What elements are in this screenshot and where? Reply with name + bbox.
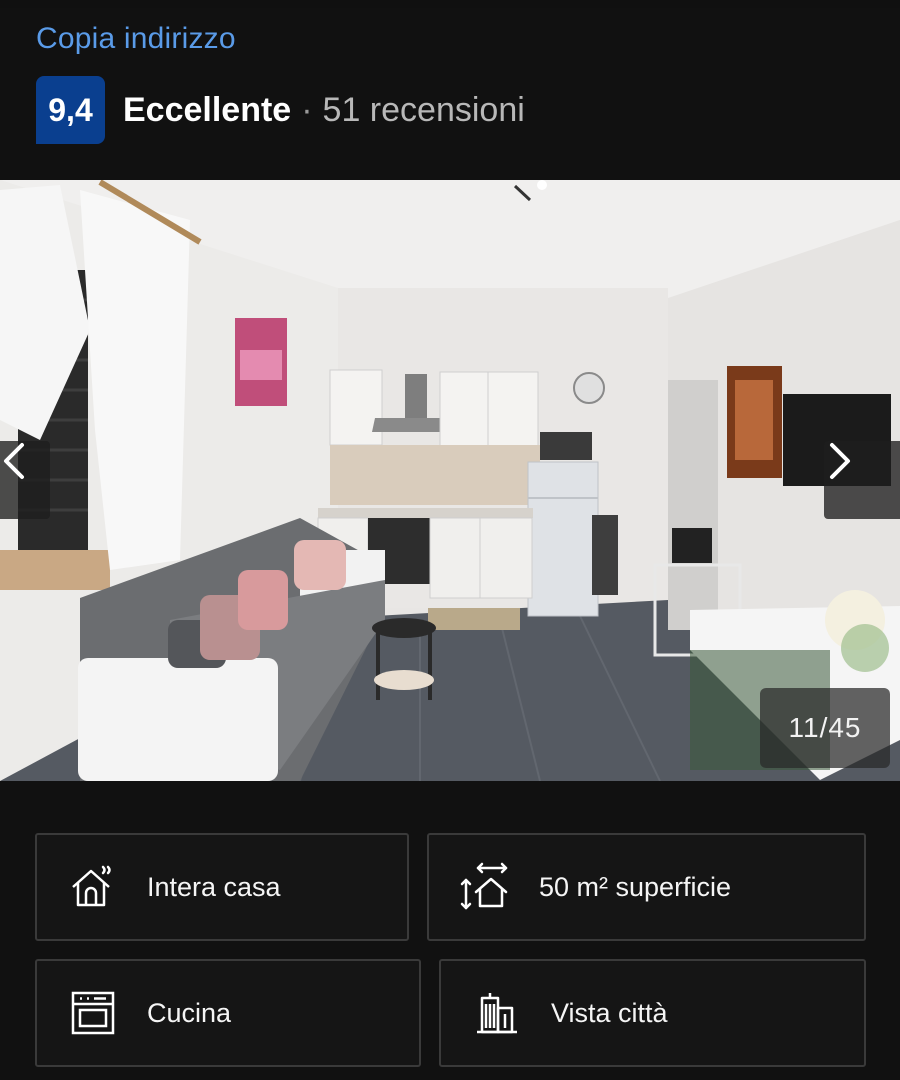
floor-area-icon: [459, 861, 511, 913]
score-badge: 9,4: [36, 76, 105, 144]
feature-city-view: Vista città: [439, 959, 866, 1067]
score-separator: ·: [301, 90, 313, 129]
feature-label: Intera casa: [147, 871, 281, 902]
chevron-left-icon: [4, 443, 24, 479]
photo-gallery[interactable]: 11/45: [0, 180, 900, 781]
gallery-prev-button[interactable]: [0, 441, 50, 519]
feature-label: 50 m² superficie: [539, 871, 732, 902]
feature-floor-area: 50 m² superficie: [427, 833, 866, 941]
rating-summary: 9,4 Eccellente · 51 recensioni: [36, 76, 525, 144]
photo-counter: 11/45: [760, 688, 890, 768]
feature-kitchen: Cucina: [35, 959, 421, 1067]
feature-label: Cucina: [147, 997, 232, 1028]
gallery-next-button[interactable]: [824, 441, 900, 519]
score-label: Eccellente: [123, 90, 292, 129]
feature-label: Vista città: [551, 997, 668, 1028]
chevron-right-icon: [830, 443, 850, 479]
oven-icon: [67, 987, 119, 1039]
top-strip: [0, 0, 900, 8]
review-count-link[interactable]: 51 recensioni: [323, 91, 525, 130]
feature-entire-home: Intera casa: [35, 833, 409, 941]
copy-address-link[interactable]: Copia indirizzo: [36, 22, 236, 56]
city-buildings-icon: [471, 987, 523, 1039]
house-icon: [67, 861, 119, 913]
